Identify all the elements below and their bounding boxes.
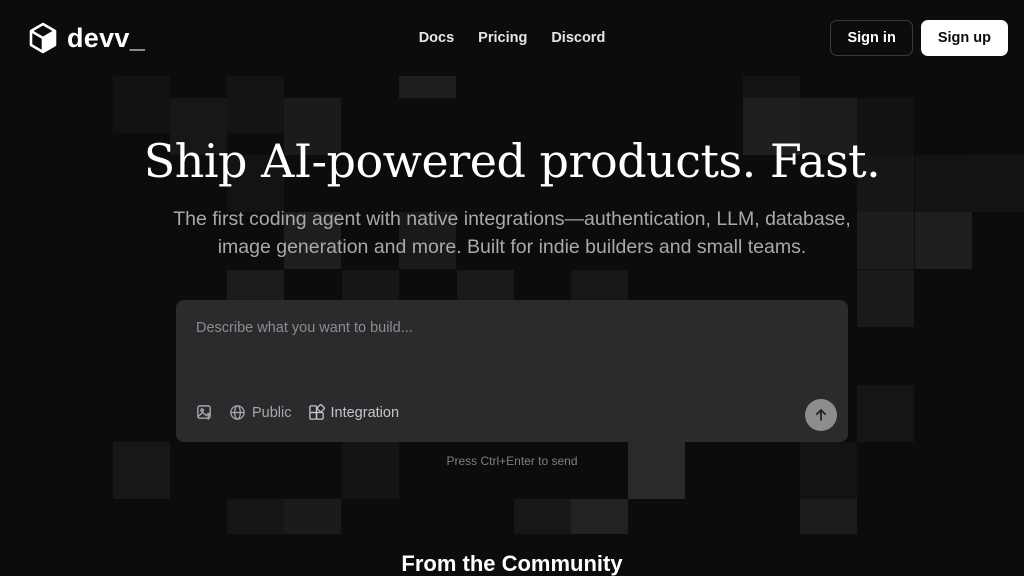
brand-name: devv_ (67, 22, 146, 53)
hero-title: Ship AI-powered products. Fast. (143, 134, 881, 188)
page: devv_ Docs Pricing Discord Sign in Sign … (0, 0, 1024, 576)
hero-subtitle: The first coding agent with native integ… (120, 205, 904, 261)
sign-in-button[interactable]: Sign in (830, 20, 913, 56)
top-nav-bar: devv_ Docs Pricing Discord Sign in Sign … (0, 0, 1024, 76)
nav-link-discord[interactable]: Discord (551, 30, 605, 46)
nav-link-docs[interactable]: Docs (419, 30, 454, 46)
prompt-composer: Public Integration (176, 300, 848, 442)
keyboard-hint: Press Ctrl+Enter to send (446, 454, 578, 468)
attach-image-button[interactable] (196, 404, 213, 421)
nav-link-pricing[interactable]: Pricing (478, 30, 527, 46)
sign-up-button[interactable]: Sign up (920, 20, 1008, 56)
background-tile-grid (0, 0, 1024, 576)
integration-label: Integration (330, 404, 400, 421)
hero-subtitle-line-1: The first coding agent with native integ… (173, 208, 851, 230)
composer-toolbar: Public Integration (196, 404, 399, 421)
arrow-up-icon (815, 409, 827, 421)
send-button[interactable] (805, 399, 837, 431)
hero-subtitle-line-2: image generation and more. Built for ind… (217, 236, 807, 258)
integration-button[interactable]: Integration (308, 404, 400, 421)
visibility-public-button[interactable]: Public (229, 404, 292, 421)
image-upload-icon (197, 405, 212, 420)
community-heading: From the Community (401, 551, 623, 576)
auth-buttons: Sign in Sign up (830, 20, 1008, 56)
cube-logo-icon (29, 22, 57, 54)
prompt-input[interactable] (196, 316, 826, 340)
brand-logo[interactable]: devv_ (28, 22, 145, 54)
integration-icon (308, 404, 325, 420)
globe-icon (230, 405, 245, 420)
main-nav: Docs Pricing Discord (419, 30, 606, 46)
visibility-label: Public (252, 404, 292, 421)
